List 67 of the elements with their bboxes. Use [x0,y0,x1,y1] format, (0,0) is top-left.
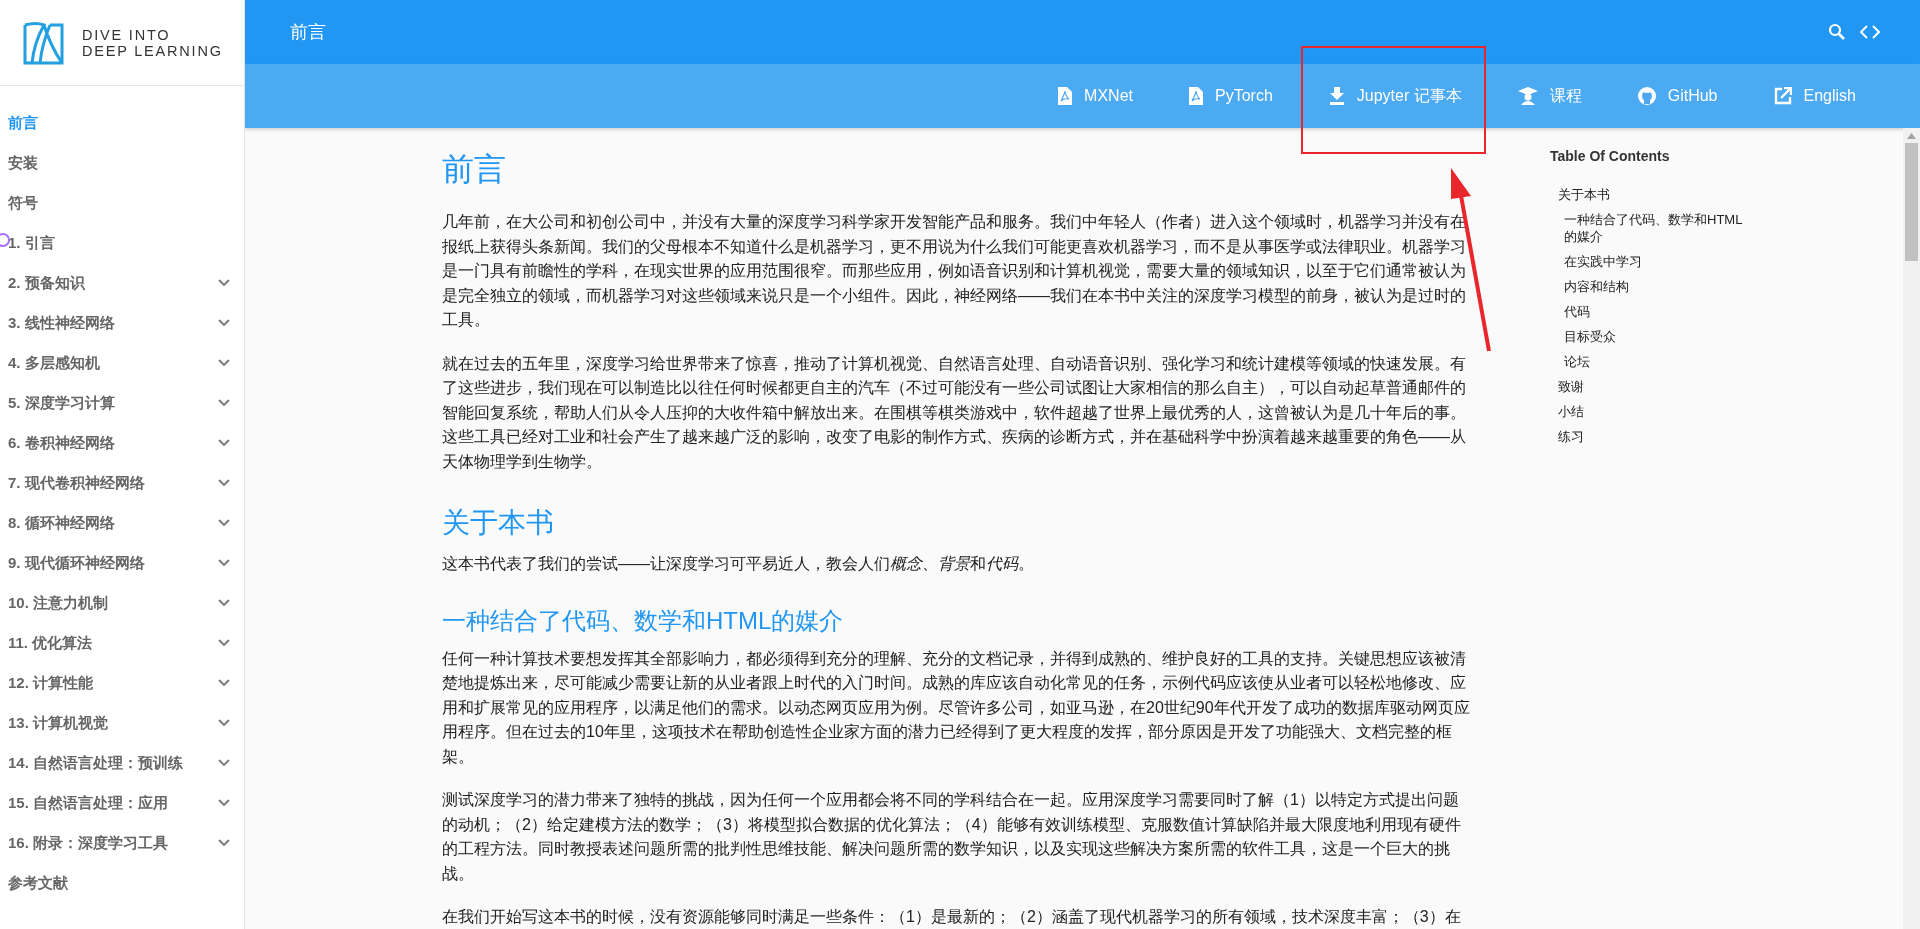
page-heading: 前言 [442,150,507,189]
pdf-icon [1189,87,1203,105]
sidebar-item[interactable]: 15. 自然语言处理：应用 [0,783,244,823]
paragraph: 任何一种计算技术要想发挥其全部影响力，都必须得到充分的理解、充分的文档记录，并得到成熟的、维护良好的工具的支持。关键思想应该被清楚地提炼出来，尽可能减少需要让新的从业者跟上时代的入门时间。成熟的库应该自动化常见的任务，示例代码应该使从业者可以轻松地修改、应用和扩展常见的应用程序，以满足他们的需求。以动态网页应用为例。尽管许多公司，如亚马逊，在20世纪90年代开发了成功的数据库驱动网页应用程序。但在过去的10年里，这项技术在帮助创造性企业家方面的潜力已经得到了更大程度的发挥，部分原因是开发了功能强大、文档完整的框架。 [442,648,1471,767]
toc-link[interactable]: 一种结合了代码、数学和HTML的媒介 [1564,207,1754,249]
toc-title: Table Of Contents [1550,148,1671,164]
external-link-icon [1773,87,1792,105]
toc-link[interactable]: 目标受众 [1564,324,1754,349]
sidebar-item[interactable]: 9. 现代循环神经网络 [0,543,244,583]
paragraph: 在我们开始写这本书的时候，没有资源能够同时满足一些条件：（1）是最新的；（2）涵盖了现代机器学习的所有领域，技术深度丰富；（3）在 [442,907,1462,927]
toc-link[interactable]: 练习 [1558,424,1760,449]
page-title: 前言 [290,21,326,44]
sidebar-item[interactable]: 参考文献 [0,863,244,903]
chevron-down-icon[interactable] [218,759,230,767]
toc-link[interactable]: 在实践中学习 [1564,249,1754,274]
sidebar-item[interactable]: 10. 注意力机制 [0,583,244,623]
sidebar-item[interactable]: 2. 预备知识 [0,263,244,303]
graduate-icon [1517,87,1538,105]
sidebar-item[interactable]: 安装 [0,143,244,183]
subsection-heading: 一种结合了代码、数学和HTML的媒介 [442,605,845,636]
scroll-thumb[interactable] [1905,143,1918,261]
sidebar-item[interactable]: 6. 卷积神经网络 [0,423,244,463]
toc-link[interactable]: 致谢 [1558,374,1760,399]
chevron-down-icon[interactable] [218,359,230,367]
chevron-down-icon[interactable] [218,559,230,567]
chevron-down-icon[interactable] [218,679,230,687]
sidebar-item[interactable]: 前言 [0,103,244,143]
scrollbar[interactable] [1903,128,1920,929]
toc-link[interactable]: 小结 [1558,399,1760,424]
chevron-down-icon[interactable] [218,719,230,727]
sidebar-item[interactable]: 3. 线性神经网络 [0,303,244,343]
download-icon [1328,87,1345,105]
sidebar-item[interactable]: 16. 附录：深度学习工具 [0,823,244,863]
sidebar-item[interactable]: 11. 优化算法 [0,623,244,663]
search-icon[interactable] [1828,23,1846,41]
sidebar-item[interactable]: 4. 多层感知机 [0,343,244,383]
chevron-down-icon[interactable] [218,799,230,807]
github-icon [1637,87,1656,105]
sidebar-item[interactable]: 符号 [0,183,244,223]
chevron-down-icon[interactable] [218,599,230,607]
toc-link[interactable]: 代码 [1564,299,1754,324]
pdf-icon [1058,87,1073,105]
toc-link[interactable]: 关于本书 [1558,182,1760,207]
logo-text: DIVE INTO [82,26,172,43]
sidebar-item[interactable]: 5. 深度学习计算 [0,383,244,423]
toc-link[interactable]: 内容和结构 [1564,274,1754,299]
chevron-down-icon[interactable] [218,479,230,487]
paragraph: 这本书代表了我们的尝试——让深度学习可平易近人，教会人们概念、背景和代码。 [442,554,1035,574]
chevron-down-icon[interactable] [218,519,230,527]
sidebar-item[interactable]: 7. 现代卷积神经网络 [0,463,244,503]
sidebar-item[interactable]: 1. 引言 [0,223,244,263]
code-icon[interactable] [1860,25,1880,39]
sidebar-item[interactable]: 12. 计算性能 [0,663,244,703]
chevron-down-icon[interactable] [218,839,230,847]
paragraph: 测试深度学习的潜力带来了独特的挑战，因为任何一个应用都会将不同的学科结合在一起。应用深度学习需要同时了解（1）以特定方式提出问题的动机；（2）给定建模方法的数学；（3）将模型拟合数据的优化算法；（4）能够有效训练模型、克服数值计算缺陷并最大限度地利用现有硬件的工程方法。同时教授表述问题所需的批判性思维技能、解决问题所需的数学知识，以及实现这些解决方案所需的软件工具，这是一个巨大的挑战。 [442,790,1462,884]
section-heading: 关于本书 [442,506,555,540]
toc-link[interactable]: 论坛 [1564,349,1754,374]
paragraph: 就在过去的五年里，深度学习给世界带来了惊喜，推动了计算机视觉、自然语言处理、自动语音识别、强化学习和统计建模等领域的快速发展。有了这些进步，我们现在可以制造比以往任何时候都更自主的汽车（不过可能没有一些公司试图让大家相信的那么自主），可以自动起草普通邮件的智能回复系统，帮助人们从令人压抑的大收件箱中解放出来。在围棋等棋类游戏中，软件超越了世界上最优秀的人，这曾被认为是几十年后的事。这些工具已经对工业和社会产生了越来越广泛的影响，改变了电影的制作方式、疾病的诊断方式，并在基础科学中扮演着越来越重要的角色——从天体物理学到生物学。 [442,353,1467,472]
chevron-down-icon[interactable] [218,439,230,447]
sidebar-item[interactable]: 13. 计算机视觉 [0,703,244,743]
sidebar-item[interactable]: 8. 循环神经网络 [0,503,244,543]
chevron-down-icon[interactable] [218,319,230,327]
sidebar-item[interactable]: 14. 自然语言处理：预训练 [0,743,244,783]
chevron-down-icon[interactable] [218,399,230,407]
logo-text: DEEP LEARNING [82,42,223,59]
chevron-down-icon[interactable] [218,639,230,647]
chevron-down-icon[interactable] [218,279,230,287]
